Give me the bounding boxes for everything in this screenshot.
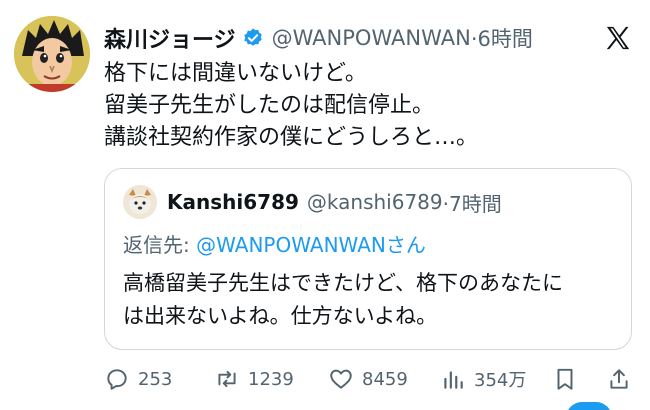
- tweet-header: 森川ジョージ @WANPOWANWAN ·6時間: [104, 20, 533, 56]
- bookmark-button[interactable]: [552, 366, 578, 392]
- tweet-text: 格下には間違いないけど。 留美子先生がしたのは配信停止。 講談社契約作家の僕にど…: [104, 58, 478, 154]
- reply-context: 返信先: @WANPOWANWANさん: [123, 229, 426, 258]
- quoted-author-handle[interactable]: @kanshi6789: [307, 190, 443, 214]
- views-chart-icon: [444, 371, 463, 389]
- reply-count: 253: [138, 368, 173, 390]
- author-display-name[interactable]: 森川ジョージ: [104, 22, 236, 54]
- share-icon: [610, 369, 628, 389]
- reply-prefix: 返信先:: [123, 233, 197, 257]
- reply-button[interactable]: 253: [104, 366, 172, 392]
- like-button[interactable]: 8459: [328, 366, 408, 392]
- tweet-text-line: 格下には間違いないけど。: [104, 61, 367, 86]
- share-button[interactable]: [606, 366, 632, 392]
- reply-icon: [107, 369, 127, 390]
- quoted-tweet-text: 高橋留美子先生はできたけど、格下のあなたに は出来ないよね。仕方ないよね。: [123, 267, 623, 333]
- like-count: 8459: [362, 368, 408, 390]
- quoted-text-line: 高橋留美子先生はできたけど、格下のあなたに: [123, 271, 563, 295]
- heart-icon: [330, 369, 352, 389]
- author-handle[interactable]: @WANPOWANWAN: [272, 26, 471, 50]
- quoted-tweet-header: Kanshi6789 @kanshi6789 ·7時間: [123, 185, 502, 219]
- author-avatar[interactable]: [14, 16, 90, 92]
- x-logo-icon: [606, 26, 630, 50]
- quoted-tweet-timestamp[interactable]: ·7時間: [443, 188, 502, 217]
- tweet-text-line: 講談社契約作家の僕にどうしろと…。: [104, 125, 479, 150]
- avatar-dog-icon: [123, 185, 157, 219]
- tweet-actions-bar: 253 1239 8459 354万: [0, 362, 650, 402]
- quoted-tweet[interactable]: Kanshi6789 @kanshi6789 ·7時間 返信先: @WANPOW…: [104, 168, 632, 350]
- reply-mention-link[interactable]: @WANPOWANWANさん: [196, 233, 426, 257]
- views-button[interactable]: 354万: [440, 366, 526, 392]
- floating-compose-button[interactable]: [566, 402, 612, 410]
- repost-icon: [218, 370, 236, 388]
- bookmark-icon: [557, 368, 573, 390]
- views-count: 354万: [474, 370, 527, 391]
- quoted-text-line: は出来ないよね。仕方ないよね。: [123, 304, 438, 328]
- tweet-text-line: 留美子先生がしたのは配信停止。: [104, 93, 435, 118]
- repost-count: 1239: [248, 368, 294, 390]
- verified-badge-icon: [243, 28, 262, 46]
- quoted-author-display-name[interactable]: Kanshi6789: [167, 190, 299, 214]
- repost-button[interactable]: 1239: [214, 366, 294, 392]
- avatar-manga-character-icon: [14, 16, 90, 92]
- quoted-author-avatar[interactable]: [123, 185, 157, 219]
- tweet-card: 森川ジョージ @WANPOWANWAN ·6時間 格下には間違いないけど。 留美…: [0, 0, 650, 410]
- tweet-timestamp[interactable]: ·6時間: [471, 23, 533, 53]
